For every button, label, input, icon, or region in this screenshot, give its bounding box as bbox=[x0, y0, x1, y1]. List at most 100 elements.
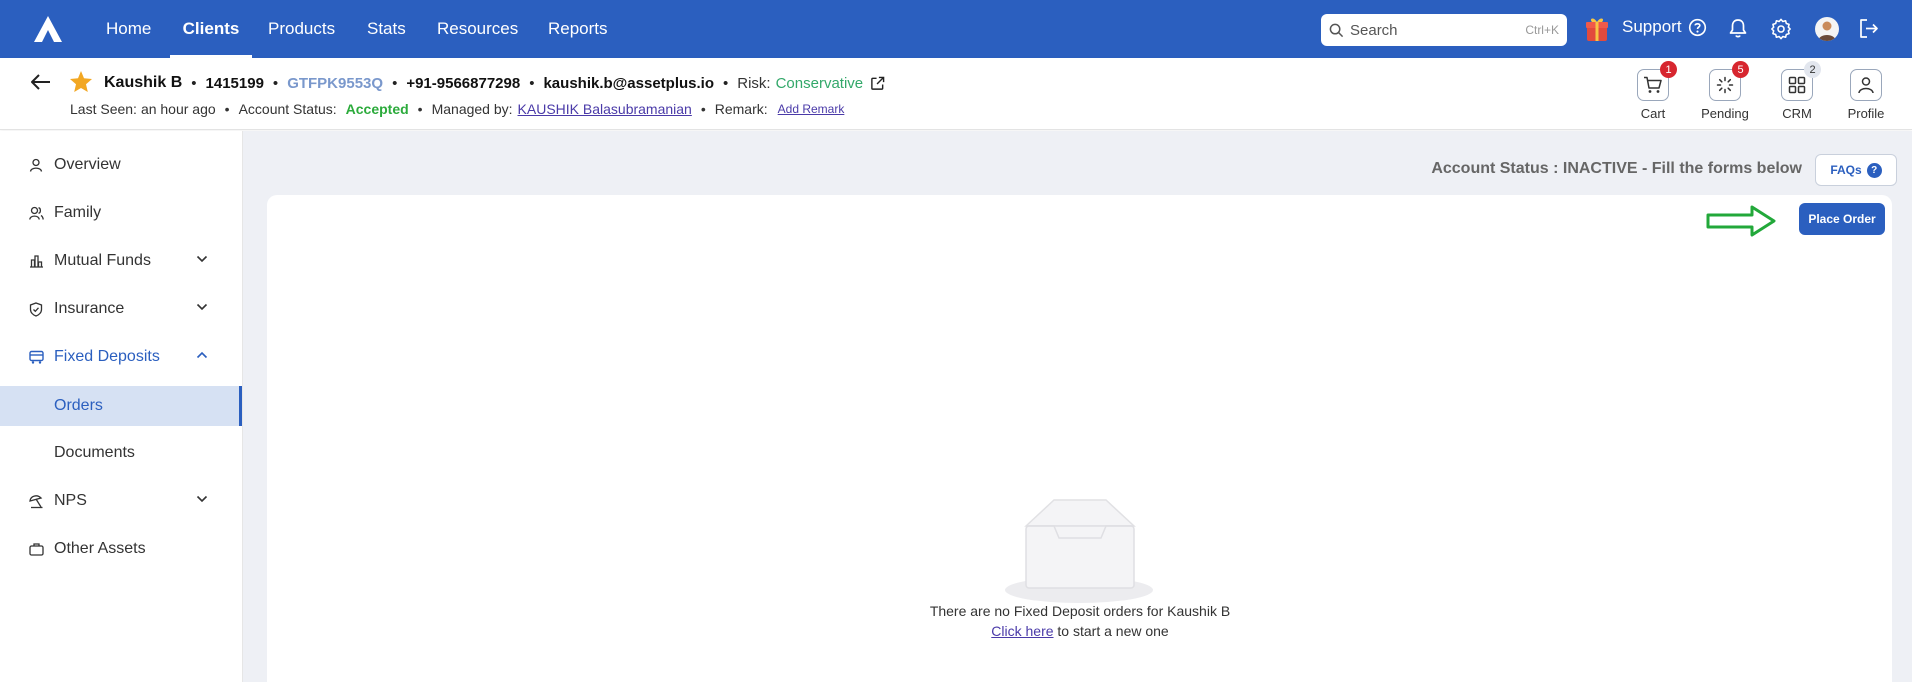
client-id: 1415199 bbox=[205, 74, 264, 92]
support-label: Support bbox=[1622, 17, 1682, 36]
separator-dot: • bbox=[392, 74, 398, 92]
user-avatar[interactable] bbox=[1815, 17, 1839, 41]
nav-stats-label: Stats bbox=[367, 19, 406, 38]
search-input[interactable] bbox=[1350, 21, 1526, 39]
nav-resources[interactable]: Resources bbox=[437, 0, 518, 58]
app-logo[interactable] bbox=[33, 15, 63, 43]
nav-resources-label: Resources bbox=[437, 19, 519, 38]
sidebar-item-label: Mutual Funds bbox=[54, 252, 151, 269]
crm-badge: 2 bbox=[1804, 61, 1821, 78]
briefcase-icon bbox=[29, 542, 44, 556]
crm-icon-box: 2 bbox=[1781, 61, 1821, 101]
cart-icon-box: 1 bbox=[1637, 61, 1677, 101]
empty-inbox-icon bbox=[1004, 494, 1154, 604]
client-status-line: Last Seen: an hour ago • Account Status:… bbox=[70, 101, 844, 117]
sidebar-item-mutual-funds[interactable]: Mutual Funds bbox=[0, 241, 242, 281]
sidebar-item-nps[interactable]: NPS bbox=[0, 481, 242, 521]
sidebar-item-label: Orders bbox=[54, 397, 103, 414]
cart-icon bbox=[1644, 76, 1662, 93]
client-header: Kaushik B • 1415199 • GTFPK9553Q • +91-9… bbox=[0, 58, 1912, 130]
risk-value: Conservative bbox=[775, 74, 864, 92]
sidebar-item-fixed-deposits[interactable]: Fixed Deposits bbox=[0, 337, 242, 377]
sidebar-item-insurance[interactable]: Insurance bbox=[0, 289, 242, 329]
sidebar-item-family[interactable]: Family bbox=[0, 193, 242, 233]
separator-dot: • bbox=[417, 101, 423, 117]
separator-dot: • bbox=[529, 74, 535, 92]
profile-icon-box bbox=[1850, 69, 1882, 101]
nav-stats[interactable]: Stats bbox=[367, 0, 406, 58]
sidebar-item-label: Documents bbox=[54, 444, 135, 461]
back-arrow-icon[interactable] bbox=[30, 73, 52, 91]
users-icon bbox=[29, 206, 44, 220]
star-icon[interactable] bbox=[69, 70, 93, 93]
deposit-icon bbox=[29, 350, 44, 364]
top-navbar: Home Clients Products Stats Resources Re… bbox=[0, 0, 1912, 58]
pending-icon-box: 5 bbox=[1709, 61, 1749, 101]
client-pan: GTFPK9553Q bbox=[287, 74, 384, 92]
pending-button[interactable]: 5 Pending bbox=[1695, 61, 1755, 121]
last-seen-label: Last Seen: bbox=[70, 101, 137, 117]
gear-icon[interactable] bbox=[1770, 18, 1792, 40]
faqs-label: FAQs bbox=[1830, 163, 1862, 177]
sidebar-item-label: Fixed Deposits bbox=[54, 348, 160, 365]
account-status-label: Account Status: bbox=[238, 101, 337, 117]
sidebar-item-overview[interactable]: Overview bbox=[0, 145, 242, 185]
person-icon bbox=[29, 158, 43, 172]
sidebar-item-label: Insurance bbox=[54, 300, 125, 317]
sidebar-subitem-orders[interactable]: Orders bbox=[0, 386, 242, 426]
search-shortcut-hint: Ctrl+K bbox=[1525, 23, 1559, 37]
gift-icon[interactable] bbox=[1585, 16, 1609, 42]
separator-dot: • bbox=[700, 101, 706, 117]
profile-button[interactable]: Profile bbox=[1836, 69, 1896, 121]
pending-label: Pending bbox=[1701, 106, 1749, 121]
client-info-line: Kaushik B • 1415199 • GTFPK9553Q • +91-9… bbox=[104, 74, 885, 92]
nav-reports-label: Reports bbox=[548, 19, 608, 38]
managed-by-link[interactable]: KAUSHIK Balasubramanian bbox=[518, 101, 692, 117]
umbrella-icon bbox=[29, 494, 44, 509]
nav-reports[interactable]: Reports bbox=[548, 0, 608, 58]
nav-home-label: Home bbox=[106, 19, 152, 38]
grid-icon bbox=[1788, 76, 1806, 94]
chevron-down-icon bbox=[196, 255, 208, 263]
loader-icon bbox=[1716, 76, 1734, 94]
cart-button[interactable]: 1 Cart bbox=[1623, 61, 1683, 121]
account-status-banner: Account Status : INACTIVE - Fill the for… bbox=[1431, 160, 1802, 177]
nav-clients[interactable]: Clients bbox=[170, 0, 252, 58]
separator-dot: • bbox=[722, 74, 729, 92]
search-box[interactable]: Ctrl+K bbox=[1321, 14, 1567, 46]
bell-icon[interactable] bbox=[1728, 18, 1748, 39]
place-order-button[interactable]: Place Order bbox=[1799, 203, 1885, 235]
logout-icon[interactable] bbox=[1858, 18, 1880, 39]
profile-label: Profile bbox=[1847, 106, 1885, 121]
managed-by-label: Managed by: bbox=[431, 101, 513, 117]
crm-button[interactable]: 2 CRM bbox=[1767, 61, 1827, 121]
person-icon bbox=[1858, 77, 1874, 94]
add-remark-link[interactable]: Add Remark bbox=[778, 102, 845, 116]
sidebar-subitem-documents[interactable]: Documents bbox=[0, 433, 242, 473]
cart-label: Cart bbox=[1640, 106, 1666, 121]
support-link[interactable]: Support bbox=[1622, 17, 1707, 37]
click-here-link[interactable]: Click here bbox=[991, 623, 1053, 639]
external-link-icon[interactable] bbox=[870, 76, 885, 91]
chevron-up-icon bbox=[196, 351, 208, 359]
empty-state-suffix: to start a new one bbox=[1053, 623, 1169, 639]
empty-state-action: Click here to start a new one bbox=[0, 623, 1912, 639]
empty-state-message: There are no Fixed Deposit orders for Ka… bbox=[929, 603, 1231, 619]
faqs-button[interactable]: FAQs ? bbox=[1815, 154, 1897, 186]
arrow-right-icon bbox=[1706, 205, 1778, 237]
last-seen-value: an hour ago bbox=[140, 101, 216, 117]
search-icon bbox=[1329, 23, 1344, 38]
nav-home[interactable]: Home bbox=[106, 0, 151, 58]
chevron-down-icon bbox=[196, 303, 208, 311]
client-phone: +91-9566877298 bbox=[406, 74, 521, 92]
sidebar-item-other-assets[interactable]: Other Assets bbox=[0, 529, 242, 569]
sidebar-item-label: Overview bbox=[54, 156, 121, 173]
client-email: kaushik.b@assetplus.io bbox=[543, 74, 714, 92]
nav-clients-label: Clients bbox=[182, 19, 240, 38]
separator-dot: • bbox=[224, 101, 230, 117]
pending-badge: 5 bbox=[1732, 61, 1749, 78]
main-content: Account Status : INACTIVE - Fill the for… bbox=[243, 131, 1912, 695]
sidebar: Overview Family Mutual Funds Insurance F… bbox=[0, 131, 243, 682]
sidebar-item-label: Family bbox=[54, 204, 102, 221]
nav-products[interactable]: Products bbox=[268, 0, 335, 58]
